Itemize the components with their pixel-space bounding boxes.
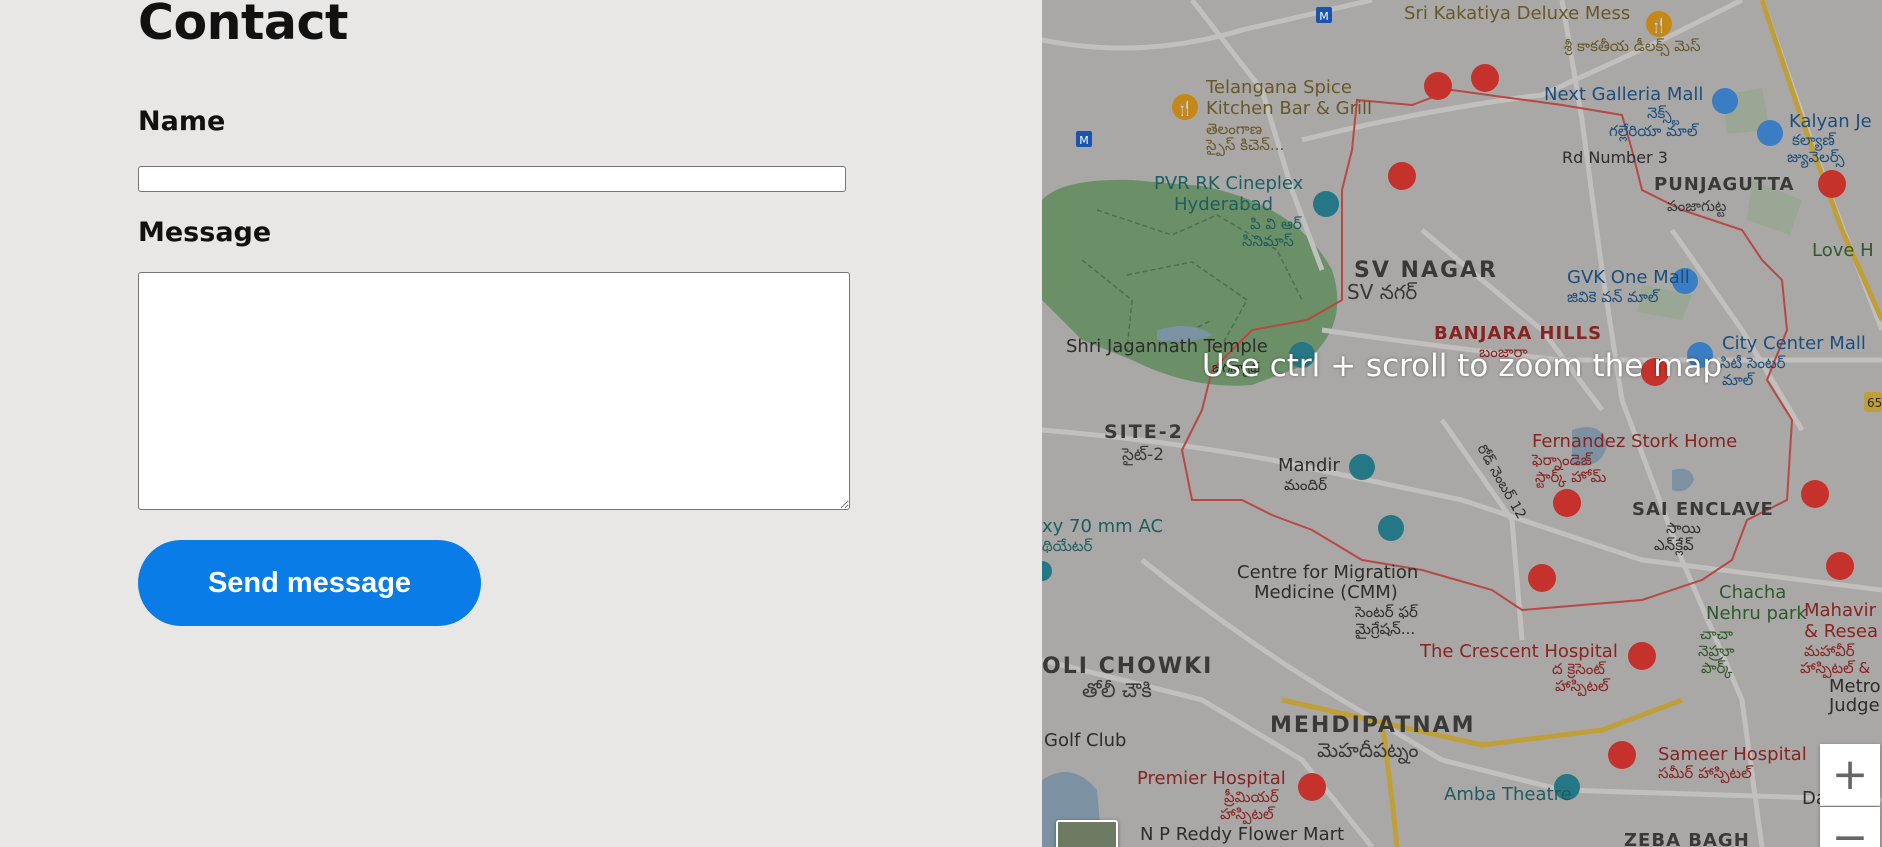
message-label: Message bbox=[138, 217, 272, 248]
zoom-out-button[interactable]: − bbox=[1820, 807, 1880, 847]
map-embed[interactable]: M M 🍴 🍴 Sri Kakatiya Deluxe Mess శ్రీ కా… bbox=[1042, 0, 1882, 847]
contact-form-panel: Contact Name Message Send message bbox=[0, 0, 1042, 847]
zoom-hint-text: Use ctrl + scroll to zoom the map bbox=[1201, 348, 1723, 384]
zoom-in-button[interactable]: + bbox=[1820, 744, 1880, 806]
name-input[interactable] bbox=[138, 166, 846, 192]
name-label: Name bbox=[138, 106, 226, 137]
map-dim-overlay bbox=[1042, 0, 1882, 847]
message-textarea[interactable] bbox=[138, 272, 850, 510]
page-title: Contact bbox=[138, 0, 348, 51]
send-message-button[interactable]: Send message bbox=[138, 540, 481, 626]
map-layer-toggle[interactable] bbox=[1056, 820, 1118, 847]
